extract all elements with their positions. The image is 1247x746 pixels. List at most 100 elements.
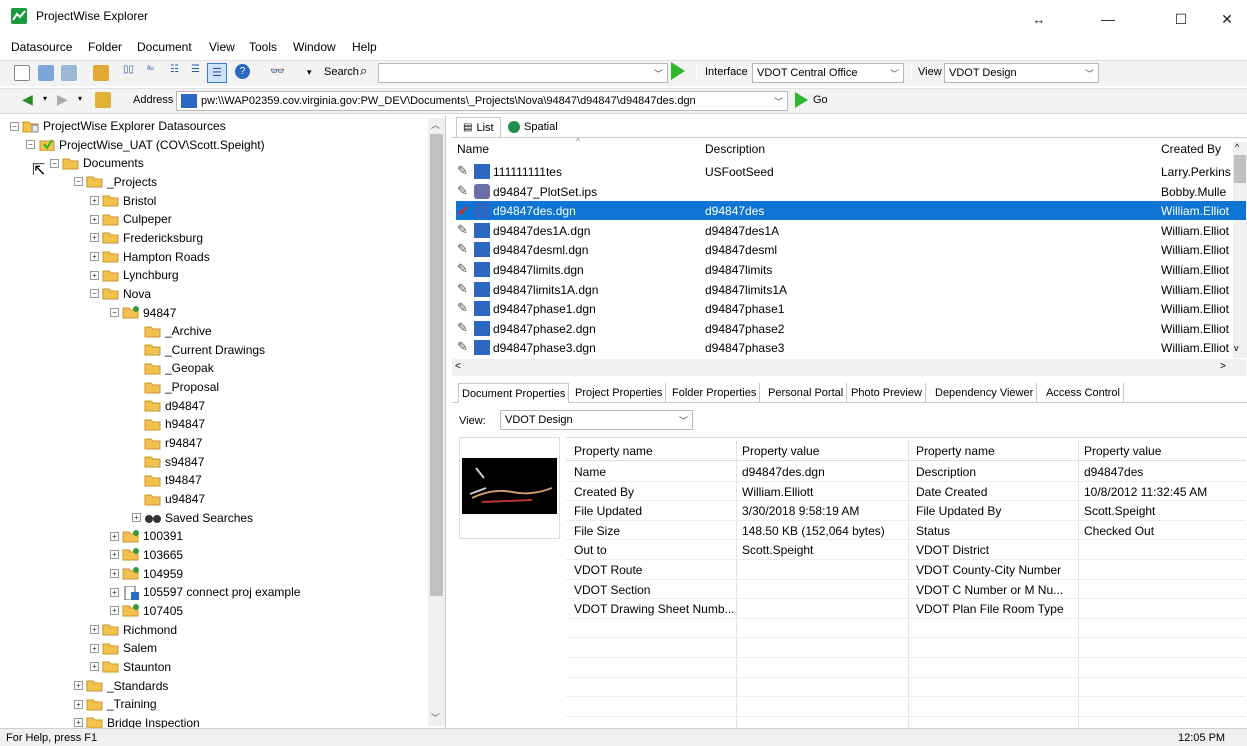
menu-view[interactable]: View	[209, 40, 235, 54]
back-dropdown-icon[interactable]: ▾	[43, 94, 47, 103]
properties-icon[interactable]	[38, 65, 54, 81]
file-row[interactable]: ✎ d94847limits1A.dgn d94847limits1A William…	[456, 280, 1246, 299]
property-tab[interactable]: Access Control	[1043, 383, 1124, 403]
new-document-icon[interactable]	[14, 65, 30, 81]
expand-toggle-icon[interactable]: +	[110, 587, 119, 597]
tree-item[interactable]: +100391	[110, 527, 183, 545]
tree-item[interactable]: + Hampton Roads	[90, 248, 210, 266]
search-input[interactable]: ﹀	[378, 63, 668, 83]
file-row[interactable]: ✎ d94847limits.dgn d94847limits William.Ell…	[456, 260, 1246, 279]
interface-select[interactable]: VDOT Central Office ﹀	[752, 63, 904, 83]
tree-item[interactable]: + _Standards	[74, 677, 168, 695]
tree-item[interactable]: _Current Drawings	[132, 341, 265, 359]
menu-tools[interactable]: Tools	[249, 40, 277, 54]
expand-toggle-icon[interactable]: +	[90, 270, 99, 280]
menu-window[interactable]: Window	[293, 40, 336, 54]
address-input[interactable]: pw:\\WAP02359.cov.virginia.gov:PW_DEV\Do…	[176, 91, 788, 111]
maximize-button[interactable]: ☐	[1158, 0, 1204, 38]
folder-toolbar-icon[interactable]	[93, 65, 109, 81]
expand-toggle-icon[interactable]: +	[110, 569, 119, 579]
expand-toggle-icon[interactable]: +	[90, 252, 99, 262]
scroll-left-icon[interactable]: <	[455, 361, 461, 372]
tree-item[interactable]: − ProjectWise Explorer Datasources	[10, 117, 226, 135]
file-row[interactable]: ✎ d94847desml.dgn d94847desml William.Ellio…	[456, 240, 1246, 259]
expand-toggle-icon[interactable]: +	[110, 550, 119, 560]
tree-item[interactable]: + Culpeper	[90, 210, 172, 228]
tree-item[interactable]: +107405	[110, 602, 183, 620]
expand-toggle-icon[interactable]: +	[90, 662, 99, 672]
file-row[interactable]: ✎ d94847phase2.dgn d94847phase2 William.Ell…	[456, 319, 1246, 338]
menu-datasource[interactable]: Datasource	[11, 40, 72, 54]
tree-item[interactable]: _Proposal	[132, 378, 219, 396]
collapse-toggle-icon[interactable]: −	[110, 308, 119, 317]
properties-view-select[interactable]: VDOT Design ﹀	[500, 410, 693, 430]
tree-item[interactable]: h94847	[132, 415, 205, 433]
up-folder-icon[interactable]	[95, 92, 111, 108]
file-row[interactable]: ✎ d94847_PlotSet.ips Bobby.Mulle	[456, 182, 1246, 201]
tree-item[interactable]: + Richmond	[90, 621, 177, 639]
go-button[interactable]: Go	[813, 94, 828, 106]
tree-item[interactable]: + Saved Searches	[132, 509, 253, 527]
forward-arrow-icon[interactable]: ▶	[57, 91, 68, 108]
tree-item[interactable]: r94847	[132, 434, 202, 452]
scroll-up-icon[interactable]: ︿	[431, 118, 440, 131]
column-header-description[interactable]: Description	[705, 142, 765, 156]
expand-toggle-icon[interactable]: +	[90, 214, 99, 224]
expand-toggle-icon[interactable]: +	[90, 625, 99, 635]
tree-item[interactable]: + Staunton	[90, 658, 171, 676]
collapse-toggle-icon[interactable]: −	[74, 177, 83, 187]
tree-item[interactable]: t94847	[132, 471, 202, 489]
tree-scrollbar-thumb[interactable]	[430, 134, 443, 596]
expand-toggle-icon[interactable]: +	[132, 513, 141, 523]
list-icon[interactable]: ☷	[170, 64, 179, 75]
edit-icon[interactable]	[61, 65, 77, 81]
collapse-toggle-icon[interactable]: −	[10, 121, 19, 131]
file-row[interactable]: ✎ 111111111tes USFootSeed Larry.Perkins	[456, 162, 1246, 181]
scroll-right-icon[interactable]: >	[1220, 361, 1226, 372]
property-tab[interactable]: Dependency Viewer	[932, 383, 1038, 403]
expand-toggle-icon[interactable]: +	[74, 699, 83, 709]
property-tab[interactable]: Project Properties	[572, 383, 667, 403]
tree-item[interactable]: _Archive	[132, 322, 212, 340]
help-icon[interactable]: ?	[235, 64, 250, 79]
scroll-up-icon[interactable]: ^	[1235, 142, 1239, 152]
tree-item[interactable]: u94847	[132, 490, 205, 508]
collapse-toggle-icon[interactable]: −	[50, 158, 59, 168]
expand-toggle-icon[interactable]: +	[74, 681, 83, 690]
property-tab[interactable]: Document Properties	[458, 383, 570, 403]
menu-folder[interactable]: Folder	[88, 40, 122, 54]
expand-toggle-icon[interactable]: +	[90, 196, 99, 206]
go-arrow-icon[interactable]	[795, 92, 808, 108]
expand-toggle-icon[interactable]: +	[110, 531, 119, 541]
tree-item[interactable]: + _Training	[74, 695, 157, 713]
tree-item[interactable]: +105597 connect proj example	[110, 583, 300, 601]
tree-item[interactable]: _Geopak	[132, 359, 214, 377]
tab-spatial[interactable]: Spatial	[502, 117, 564, 137]
minimize-button[interactable]: —	[1085, 0, 1131, 38]
property-tab[interactable]: Photo Preview	[848, 383, 926, 403]
forward-dropdown-icon[interactable]: ▾	[78, 94, 82, 103]
search-dropdown-icon[interactable]: ▾	[307, 67, 312, 78]
property-tab[interactable]: Folder Properties	[669, 383, 761, 403]
file-row[interactable]: ✎ d94847des1A.dgn d94847des1A William.Ellio…	[456, 221, 1246, 240]
tree-item[interactable]: + Bristol	[90, 192, 156, 210]
tab-list[interactable]: ▤ List	[456, 117, 501, 137]
property-tab[interactable]: Personal Portal	[765, 383, 848, 403]
search-magnifier-icon[interactable]: ⌕	[360, 63, 367, 79]
small-icons-icon[interactable]: ▯▯	[123, 64, 134, 75]
file-row[interactable]: ✎ d94847phase1.dgn d94847phase1 William.Ell…	[456, 299, 1246, 318]
sort-icon[interactable]: ᵃ▫	[147, 64, 154, 75]
back-arrow-icon[interactable]: ◀	[22, 91, 33, 108]
view-select[interactable]: VDOT Design ﹀	[944, 63, 1099, 83]
details-icon[interactable]: ☰	[191, 64, 200, 75]
search-go-icon[interactable]	[671, 62, 685, 80]
menu-document[interactable]: Document	[137, 40, 192, 54]
scroll-down-icon[interactable]: ﹀	[431, 711, 440, 724]
tree-item[interactable]: − _Projects	[74, 173, 157, 191]
tree-item[interactable]: d94847	[132, 397, 205, 415]
collapse-toggle-icon[interactable]: −	[90, 289, 99, 299]
expand-toggle-icon[interactable]: +	[74, 718, 83, 728]
menu-help[interactable]: Help	[352, 40, 377, 54]
tree-item[interactable]: + Bridge Inspection	[74, 714, 200, 728]
file-row[interactable]: ✔ d94847des.dgn d94847des William.Elliot	[456, 201, 1246, 221]
